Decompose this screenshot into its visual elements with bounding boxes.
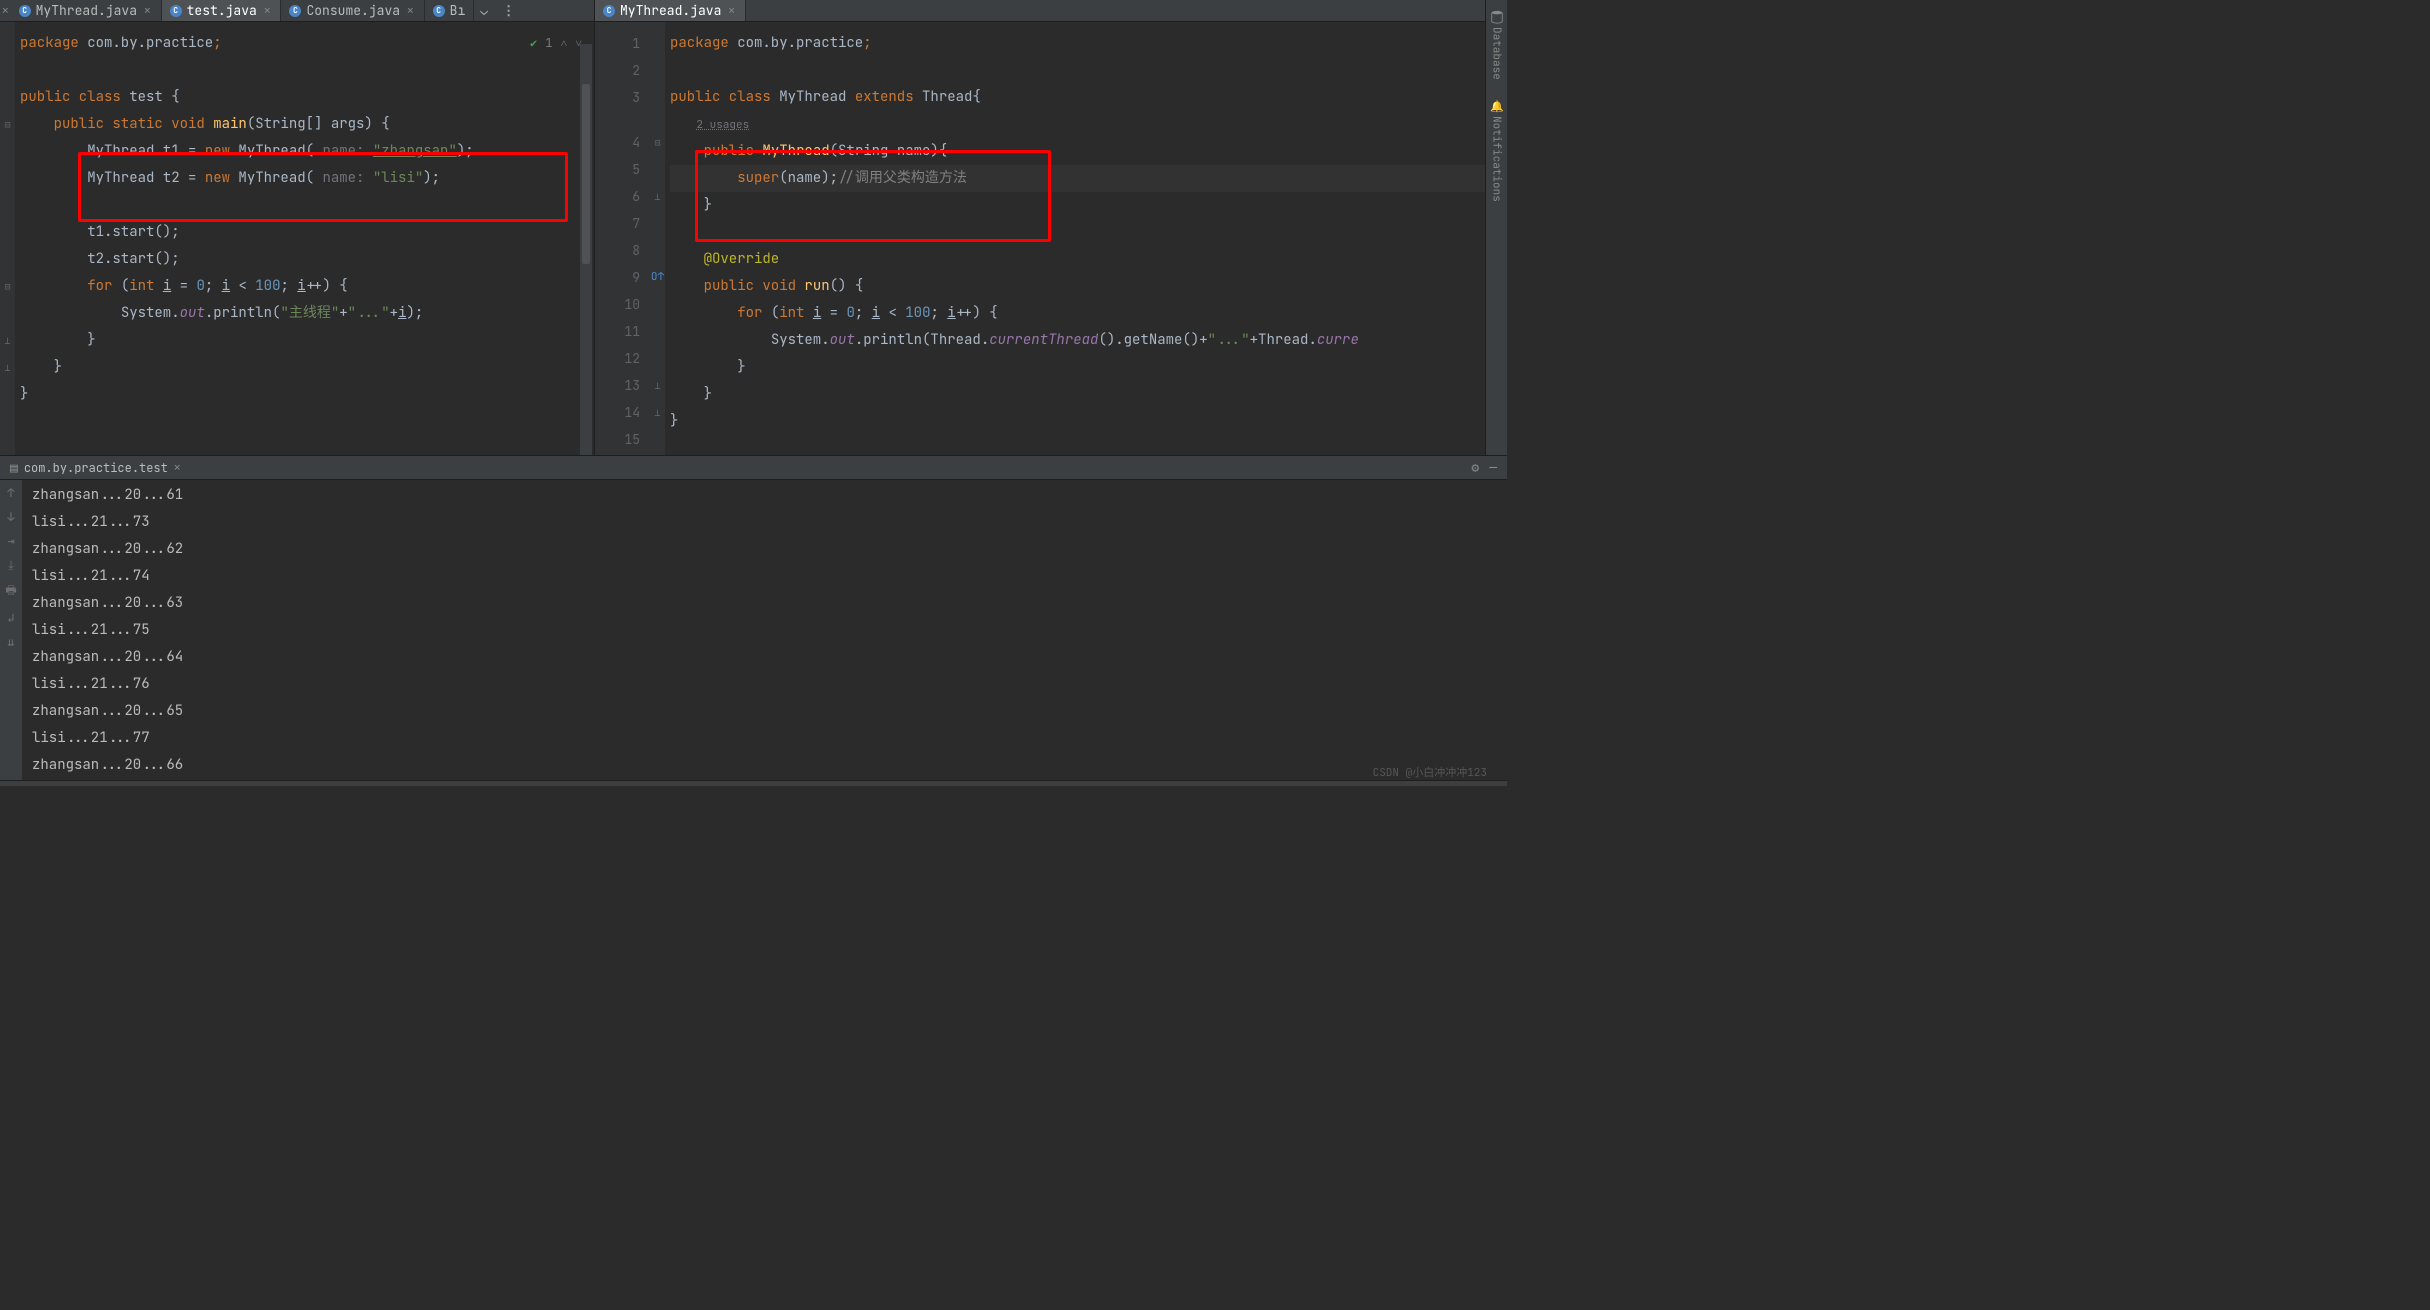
tab-label: MyThread.java <box>36 2 137 19</box>
fold-end-icon[interactable]: ⊥ <box>650 183 665 210</box>
tab-label: Consume.java <box>306 2 400 19</box>
close-icon[interactable]: ✕ <box>0 4 11 18</box>
fold-end-icon[interactable]: ⊥ <box>0 354 15 381</box>
database-tool[interactable]: Database <box>1490 10 1504 80</box>
right-tabs: CMyThread.java✕ ⋮ <box>595 0 1507 22</box>
gear-icon[interactable]: ⚙ <box>1471 459 1479 476</box>
code-content[interactable]: package com.by.practice; public class te… <box>15 22 594 455</box>
java-class-icon: C <box>19 5 31 17</box>
fold-end-icon[interactable]: ⊥ <box>650 399 665 426</box>
scrollbar[interactable] <box>580 44 592 455</box>
tab-label: test.java <box>187 2 257 19</box>
close-icon[interactable]: ✕ <box>174 461 181 475</box>
right-toolbar: Database 🔔 Notifications <box>1485 0 1507 455</box>
fold-gutter[interactable]: ⊟ ⊥ O↑ ⊥ ⊥ <box>650 22 665 455</box>
scrollbar-thumb[interactable] <box>582 84 590 264</box>
minimize-icon[interactable]: — <box>1489 459 1497 476</box>
chevron-down-icon[interactable]: ˅ <box>575 35 582 51</box>
close-icon[interactable]: ✕ <box>262 4 273 18</box>
left-tabs: ✕ C MyThread.java ✕ Ctest.java ✕ C Consume.j… <box>0 0 594 22</box>
scroll-icon[interactable]: ⇊ <box>7 634 14 650</box>
line-gutter: 1 2 3 4 5 6 7 8 9 10 11 12 13 14 15 <box>595 22 650 455</box>
tab-mythread-left[interactable]: C MyThread.java ✕ <box>11 0 162 21</box>
usages-hint[interactable]: 2 usages <box>696 118 749 132</box>
run-console: ▤ com.by.practice.test ✕ ⚙ — ↑ ↓ ⇥ ⤓ 🖶 ↲… <box>0 455 1507 780</box>
wrap-icon[interactable]: ↲ <box>7 610 14 626</box>
chevron-down-icon[interactable]: ⌄ <box>474 2 494 19</box>
up-icon[interactable]: ↑ <box>7 485 14 501</box>
export-icon[interactable]: ⤓ <box>8 557 13 573</box>
tab-label: Bı <box>450 2 466 19</box>
status-bar <box>0 780 1507 786</box>
fold-icon[interactable]: ⊟ <box>0 111 15 138</box>
filter-icon[interactable]: ⇥ <box>7 533 14 549</box>
override-icon[interactable]: O↑ <box>650 264 665 291</box>
chevron-up-icon[interactable]: ˄ <box>560 35 567 51</box>
check-icon: ✔ <box>530 35 537 51</box>
database-icon <box>1490 10 1504 24</box>
java-class-icon: C <box>433 5 445 17</box>
down-icon[interactable]: ↓ <box>7 509 14 525</box>
code-content[interactable]: package com.by.practice; public class My… <box>665 22 1507 455</box>
fold-icon[interactable]: ⊟ <box>0 273 15 300</box>
close-icon[interactable]: ✕ <box>726 4 737 18</box>
fold-end-icon[interactable]: ⊥ <box>0 327 15 354</box>
console-header: ▤ com.by.practice.test ✕ ⚙ — <box>0 456 1507 480</box>
tab-mythread-right[interactable]: C MyThread.java ✕ <box>595 0 746 21</box>
console-output[interactable]: zhangsan...20...61 lisi...21...73 zhangs… <box>22 480 1507 780</box>
more-menu-icon[interactable]: ⋮ <box>494 2 523 19</box>
watermark: CSDN @小白冲冲冲123 <box>1373 764 1487 780</box>
tab-consume[interactable]: C Consume.java ✕ <box>281 0 424 21</box>
bell-icon: 🔔 <box>1490 100 1504 113</box>
close-icon[interactable]: ✕ <box>142 4 153 18</box>
java-class-icon: C <box>170 5 182 17</box>
tab-label: MyThread.java <box>620 2 721 19</box>
tab-b[interactable]: C Bı <box>425 0 475 21</box>
fold-end-icon[interactable]: ⊥ <box>650 372 665 399</box>
run-config-icon: ▤ <box>10 459 18 476</box>
close-icon[interactable]: ✕ <box>405 4 416 18</box>
java-class-icon: C <box>289 5 301 17</box>
notifications-tool[interactable]: 🔔 Notifications <box>1490 100 1504 202</box>
fold-icon[interactable]: ⊟ <box>650 129 665 156</box>
console-toolbar: ↑ ↓ ⇥ ⤓ 🖶 ↲ ⇊ <box>0 480 22 780</box>
tab-test[interactable]: Ctest.java ✕ <box>162 0 282 21</box>
right-editor[interactable]: 1 2 3 4 5 6 7 8 9 10 11 12 13 14 15 <box>595 22 1507 455</box>
left-editor[interactable]: ⊟ ⊟ ⊥ ⊥ package com.by.practice; public … <box>0 22 594 455</box>
print-icon[interactable]: 🖶 <box>5 581 16 602</box>
inspection-status[interactable]: ✔1 ˄ ˅ <box>530 35 582 51</box>
console-title: com.by.practice.test <box>24 460 168 476</box>
fold-gutter[interactable]: ⊟ ⊟ ⊥ ⊥ <box>0 22 15 455</box>
java-class-icon: C <box>603 5 615 17</box>
